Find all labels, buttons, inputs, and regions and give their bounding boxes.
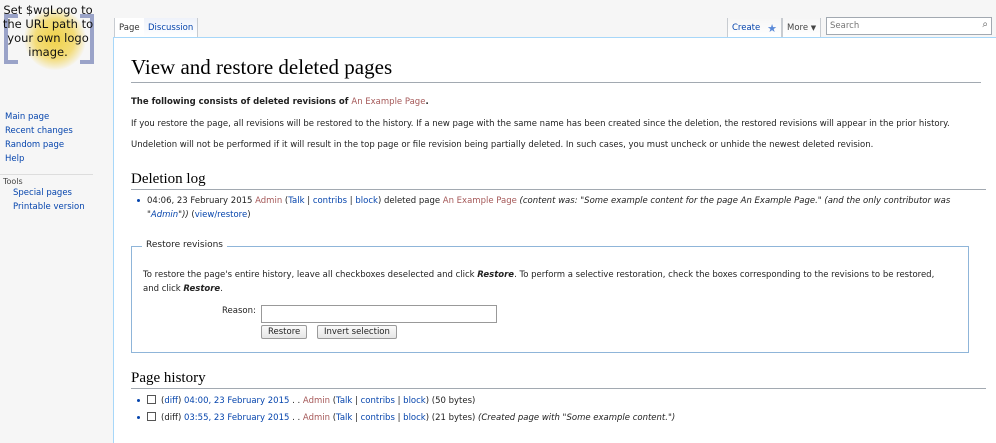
- diff-text: diff: [164, 413, 178, 423]
- revision-contribs-link[interactable]: contribs: [361, 396, 395, 406]
- tab-create[interactable]: Create: [727, 18, 766, 37]
- history-row: (diff) 03:55, 23 February 2015 . . Admin…: [137, 411, 977, 425]
- log-block-link[interactable]: block: [355, 196, 378, 206]
- more-label: More: [787, 23, 809, 33]
- revision-user-link[interactable]: Admin: [303, 413, 330, 423]
- deletion-log-heading: Deletion log: [131, 171, 986, 190]
- revision-size: (50 bytes): [431, 396, 476, 406]
- log-user-link[interactable]: Admin: [255, 196, 282, 206]
- revision-checkbox[interactable]: [147, 412, 156, 421]
- instr-part-1: To restore the page's entire history, le…: [143, 270, 478, 280]
- sidebar-heading-tools[interactable]: Tools: [0, 174, 93, 186]
- log-comment-end: ")): [178, 210, 189, 220]
- log-comment-user-link[interactable]: Admin: [151, 210, 178, 220]
- logo-text: Set $wgLogo to the URL path to your own …: [2, 3, 94, 59]
- revision-block-link[interactable]: block: [403, 413, 426, 423]
- chevron-down-icon: ▼: [810, 24, 817, 32]
- instr-part-2: . To perform a selective restoration, ch…: [514, 270, 935, 280]
- intro-page-link[interactable]: An Example Page: [351, 97, 425, 107]
- search-box: ⌕: [826, 17, 992, 35]
- revision-contribs-link[interactable]: contribs: [361, 413, 395, 423]
- restore-legend: Restore revisions: [142, 240, 227, 250]
- sidebar-item-random-page[interactable]: Random page: [0, 138, 110, 152]
- restore-button[interactable]: Restore: [261, 325, 308, 339]
- search-icon[interactable]: ⌕: [982, 19, 988, 30]
- sidebar-item-recent-changes[interactable]: Recent changes: [0, 124, 110, 138]
- sidebar-item-main-page[interactable]: Main page: [0, 110, 110, 124]
- revision-block-link[interactable]: block: [403, 396, 426, 406]
- more-menu[interactable]: More ▼: [782, 18, 822, 37]
- bullet-icon: [137, 399, 140, 402]
- tab-discussion[interactable]: Discussion: [144, 18, 199, 37]
- instr-part-3: and click: [143, 284, 184, 294]
- log-timestamp: 04:06, 23 February 2015: [147, 196, 253, 206]
- log-contribs-link[interactable]: contribs: [313, 196, 347, 206]
- invert-selection-button[interactable]: Invert selection: [317, 325, 397, 339]
- restore-instructions: To restore the page's entire history, le…: [143, 268, 963, 296]
- reason-label: Reason:: [222, 306, 256, 316]
- bullet-icon: [137, 416, 140, 419]
- deletion-log-entry: 04:06, 23 February 2015 Admin (Talk | co…: [137, 194, 977, 222]
- restore-explanation: If you restore the page, all revisions w…: [131, 119, 950, 129]
- revision-size: (21 bytes): [431, 413, 476, 423]
- undeletion-note: Undeletion will not be performed if it w…: [131, 140, 874, 150]
- sidebar-item-help[interactable]: Help: [0, 152, 110, 166]
- log-talk-link[interactable]: Talk: [288, 196, 304, 206]
- restore-revisions-fieldset: Restore revisions To restore the page's …: [131, 240, 969, 353]
- reason-input[interactable]: [261, 305, 497, 323]
- revision-checkbox[interactable]: [147, 395, 156, 404]
- sidebar-item-special-pages[interactable]: Special pages: [0, 186, 110, 200]
- history-row: (diff) 04:00, 23 February 2015 . . Admin…: [137, 394, 977, 408]
- log-view-restore-link[interactable]: view/restore: [195, 210, 247, 220]
- revision-user-link[interactable]: Admin: [303, 396, 330, 406]
- diff-link[interactable]: diff: [164, 396, 178, 406]
- sidebar: Main page Recent changes Random page Hel…: [0, 110, 110, 214]
- bullet-icon: [137, 199, 140, 202]
- page-history-heading: Page history: [131, 370, 986, 389]
- intro-text: The following consists of deleted revisi…: [131, 96, 981, 108]
- content-area: View and restore deleted pages The follo…: [113, 37, 996, 443]
- watch-star-button[interactable]: ★: [763, 18, 782, 37]
- instr-part-4: .: [220, 284, 223, 294]
- revision-talk-link[interactable]: Talk: [336, 396, 352, 406]
- instr-restore-1: Restore: [477, 270, 515, 280]
- revision-comment: (Created page with "Some example content…: [478, 413, 676, 423]
- page-title: View and restore deleted pages: [131, 55, 981, 83]
- sidebar-item-printable-version[interactable]: Printable version: [0, 200, 110, 214]
- intro-prefix: The following consists of deleted revisi…: [131, 97, 352, 107]
- tab-page[interactable]: Page: [114, 18, 145, 37]
- log-action: deleted page: [383, 196, 441, 206]
- instr-restore-2: Restore: [183, 284, 221, 294]
- revision-time-link[interactable]: 03:55, 23 February 2015: [184, 413, 289, 423]
- revision-time-link[interactable]: 04:00, 23 February 2015: [184, 396, 289, 406]
- site-logo[interactable]: Set $wgLogo to the URL path to your own …: [0, 0, 110, 80]
- star-icon: ★: [767, 22, 777, 35]
- intro-suffix: .: [425, 97, 429, 107]
- revision-talk-link[interactable]: Talk: [336, 413, 352, 423]
- search-input[interactable]: [827, 18, 973, 34]
- log-page-link[interactable]: An Example Page: [443, 196, 517, 206]
